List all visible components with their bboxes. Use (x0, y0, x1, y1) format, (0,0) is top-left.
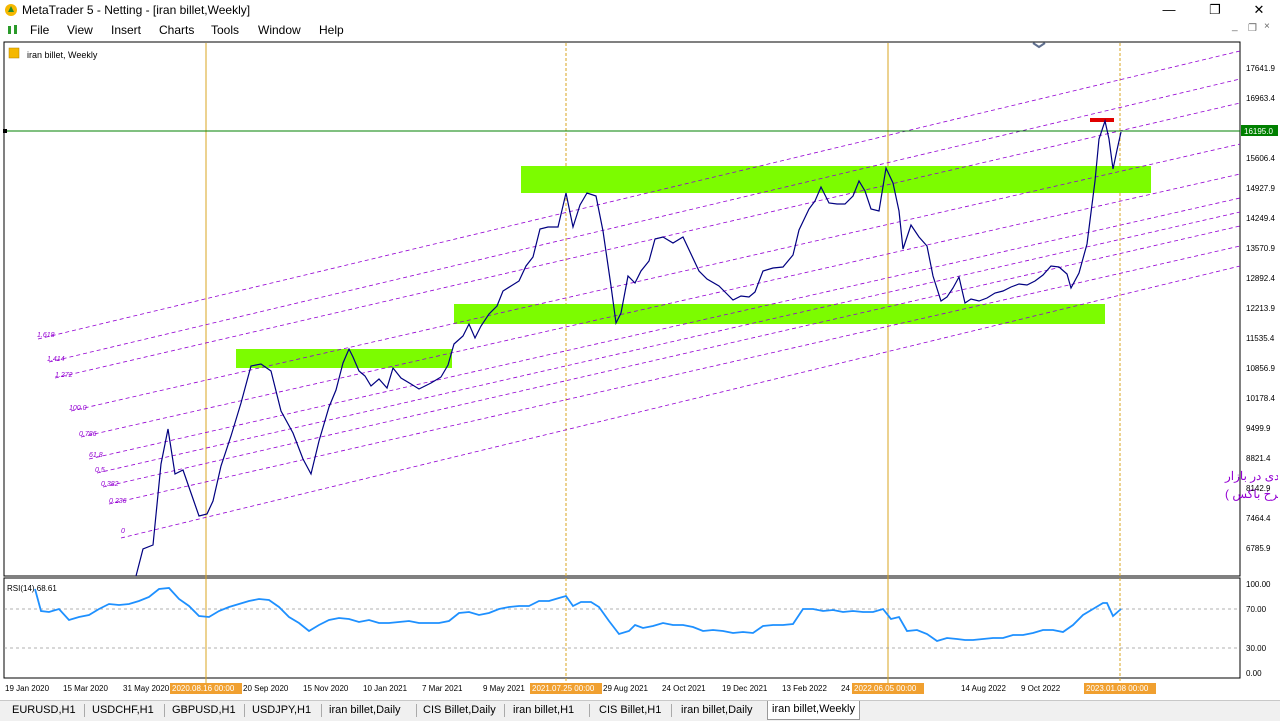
price-tick: 12213.9 (1246, 304, 1275, 313)
chart-canvas[interactable]: 1.618 1.414 1.272 100.0 0.786 61.8 0.5 0… (3, 41, 1280, 695)
fib-label: 100.0 (69, 405, 87, 412)
fib-label: 0.382 (101, 481, 119, 488)
tab-iran-billet-daily[interactable]: iran billet,Daily (325, 702, 405, 719)
date-tick: 10 Jan 2021 (363, 684, 408, 693)
date-tick: 19 Jan 2020 (5, 684, 50, 693)
date-highlight: 2021.07.25 00:00 (532, 684, 595, 693)
menu-view[interactable]: View (67, 23, 93, 37)
price-tick: 9499.9 (1246, 424, 1271, 433)
date-tick: 20 Sep 2020 (243, 684, 289, 693)
close-button[interactable]: ✕ (1236, 0, 1280, 20)
menu-help[interactable]: Help (319, 23, 344, 37)
tab-iran-billet-h1[interactable]: iran billet,H1 (509, 702, 578, 719)
metatrader-logo-icon (5, 4, 17, 16)
date-highlight: 2020.08.16 00:00 (172, 684, 235, 693)
price-tick: 15606.4 (1246, 154, 1275, 163)
date-tick: 19 Dec 2021 (722, 684, 768, 693)
fib-label: 0 (121, 528, 125, 535)
price-tick: 10178.4 (1246, 394, 1275, 403)
chart-tab-bar: EURUSD,H1 USDCHF,H1 GBPUSD,H1 USDJPY,H1 … (0, 700, 1280, 721)
price-line-handle[interactable] (3, 129, 7, 133)
fib-label: 1.414 (47, 356, 65, 363)
tab-usdjpy-h1[interactable]: USDJPY,H1 (248, 702, 315, 719)
date-tick: 24 Oct 2021 (662, 684, 706, 693)
tab-eurusd-h1[interactable]: EURUSD,H1 (8, 702, 80, 719)
rsi-tick: 0.00 (1246, 669, 1262, 678)
price-tick: 8142.9 (1246, 484, 1271, 493)
chart-minimize-button[interactable]: _ (1232, 21, 1238, 32)
rsi-axis: 100.00 70.00 30.00 0.00 (1246, 580, 1271, 678)
date-tick: 15 Nov 2020 (303, 684, 349, 693)
price-tick: 12892.4 (1246, 274, 1275, 283)
rsi-label: RSI(14) 68.61 (7, 584, 57, 593)
price-tick: 16963.4 (1246, 94, 1275, 103)
chart-window[interactable]: 1.618 1.414 1.272 100.0 0.786 61.8 0.5 0… (3, 41, 1280, 695)
price-tick: 10856.9 (1246, 364, 1275, 373)
support-zone-1 (236, 349, 452, 368)
price-tick: 17641.9 (1246, 64, 1275, 73)
price-tick: 7464.4 (1246, 514, 1271, 523)
price-tick: 14249.4 (1246, 214, 1275, 223)
tab-cis-billet-daily[interactable]: CIS Billet,Daily (419, 702, 500, 719)
price-tick: 8821.4 (1246, 454, 1271, 463)
tab-usdchf-h1[interactable]: USDCHF,H1 (88, 702, 158, 719)
date-tick: 14 Aug 2022 (961, 684, 1006, 693)
price-tick: 13570.9 (1246, 244, 1275, 253)
date-tick: 9 May 2021 (483, 684, 525, 693)
tab-gbpusd-h1[interactable]: GBPUSD,H1 (168, 702, 240, 719)
menu-bar: File View Insert Charts Tools Window Hel… (0, 20, 1280, 41)
title-bar: MetaTrader 5 - Netting - [iran billet,We… (0, 0, 1280, 20)
fib-label: 0.786 (79, 431, 97, 438)
symbol-icon (8, 47, 20, 59)
date-tick: 13 Feb 2022 (782, 684, 827, 693)
rsi-tick: 30.00 (1246, 644, 1267, 653)
chart-bars-icon (8, 25, 17, 34)
resistance-zone (521, 166, 1151, 193)
minimize-button[interactable]: — (1146, 0, 1192, 20)
annotation-line-1: نمودار تغییرات روزانه نرخ شمش فولادی در … (1224, 469, 1278, 483)
tab-iran-billet-daily-2[interactable]: iran billet,Daily (677, 702, 757, 719)
tab-iran-billet-weekly[interactable]: iran billet,Weekly (767, 701, 860, 720)
tab-cis-billet-h1[interactable]: CIS Billet,H1 (595, 702, 665, 719)
date-highlight: 2023.01.08 00:00 (1086, 684, 1149, 693)
menu-tools[interactable]: Tools (211, 23, 239, 37)
date-tick: 9 Oct 2022 (1021, 684, 1061, 693)
menu-insert[interactable]: Insert (111, 23, 141, 37)
date-tick: 31 May 2020 (123, 684, 170, 693)
current-price-label: 16195.0 (1244, 127, 1273, 136)
chart-restore-button[interactable]: ❐ (1248, 23, 1257, 34)
chart-close-button[interactable]: × (1264, 21, 1270, 32)
fib-label: 0.236 (109, 498, 127, 505)
rsi-plot-area (3, 577, 1241, 679)
price-tick: 11535.4 (1246, 334, 1275, 343)
fib-label: 0.5 (95, 467, 105, 474)
rsi-tick: 100.00 (1246, 580, 1271, 589)
price-tick: 6785.9 (1246, 544, 1271, 553)
date-tick: 15 Mar 2020 (63, 684, 108, 693)
date-tick: 24 (841, 684, 850, 693)
rsi-tick: 70.00 (1246, 605, 1267, 614)
menu-file[interactable]: File (30, 23, 49, 37)
date-tick: 7 Mar 2021 (422, 684, 463, 693)
date-tick: 29 Aug 2021 (603, 684, 648, 693)
support-zone-2 (454, 304, 1105, 324)
maximize-button[interactable]: ❐ (1192, 0, 1238, 20)
fib-label: 61.8 (89, 452, 103, 459)
date-highlight: 2022.06.05 00:00 (854, 684, 917, 693)
menu-charts[interactable]: Charts (159, 23, 194, 37)
fib-label: 1.272 (55, 372, 73, 379)
chart-label: iran billet, Weekly (27, 50, 98, 60)
price-tick: 14927.9 (1246, 184, 1275, 193)
fib-label: 1.618 (37, 332, 55, 339)
menu-window[interactable]: Window (258, 23, 301, 37)
window-title: MetaTrader 5 - Netting - [iran billet,We… (22, 3, 251, 17)
